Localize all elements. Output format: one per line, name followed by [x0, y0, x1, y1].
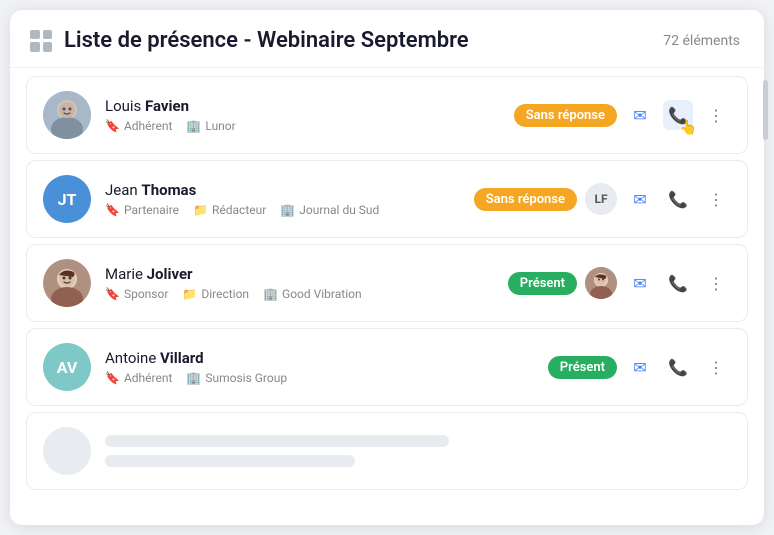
skeleton-line — [105, 455, 355, 467]
scrollbar-track[interactable] — [762, 80, 764, 525]
meta-role: 🔖 Adhérent — [105, 371, 172, 385]
assignee-avatar-mini — [585, 267, 617, 299]
meta-company: 🏢 Good Vibration — [263, 287, 362, 301]
contact-list: Louis Favien 🔖 Adhérent 🏢 Lunor Sans rép… — [10, 68, 764, 498]
card-info: Antoine Villard 🔖 Adhérent 🏢 Sumosis Gro… — [105, 349, 534, 385]
phone-button[interactable]: 📞 — [663, 268, 693, 298]
building-icon: 🏢 — [186, 371, 201, 385]
skeleton-lines — [105, 435, 731, 467]
meta-role: 🔖 Sponsor — [105, 287, 168, 301]
contact-name: Jean Thomas — [105, 181, 460, 199]
more-button[interactable]: ⋮ — [701, 352, 731, 382]
list-item: AV Antoine Villard 🔖 Adhérent 🏢 Sumosis … — [26, 328, 748, 406]
avatar: JT — [43, 175, 91, 223]
contact-name: Marie Joliver — [105, 265, 494, 283]
phone-button[interactable]: 📞 — [663, 352, 693, 382]
assignee-avatar: LF — [585, 183, 617, 215]
building-icon: 🏢 — [186, 119, 201, 133]
folder-icon: 📁 — [193, 203, 208, 217]
more-button[interactable]: ⋮ — [701, 100, 731, 130]
building-icon: 🏢 — [280, 203, 295, 217]
card-actions: Sans réponse ✉ 📞 ⋮ — [514, 100, 731, 130]
building-icon: 🏢 — [263, 287, 278, 301]
skeleton-list-item — [26, 412, 748, 490]
email-button[interactable]: ✉ — [625, 352, 655, 382]
email-button[interactable]: ✉ — [625, 184, 655, 214]
skeleton-line — [105, 435, 449, 447]
email-button[interactable]: ✉ — [625, 268, 655, 298]
card-info: Louis Favien 🔖 Adhérent 🏢 Lunor — [105, 97, 500, 133]
email-button[interactable]: ✉ — [625, 100, 655, 130]
list-item: JT Jean Thomas 🔖 Partenaire 📁 Rédacteur — [26, 160, 748, 238]
list-item: Louis Favien 🔖 Adhérent 🏢 Lunor Sans rép… — [26, 76, 748, 154]
status-badge: Présent — [548, 356, 617, 379]
page-title: Liste de présence - Webinaire Septembre — [64, 28, 469, 53]
header-left: Liste de présence - Webinaire Septembre — [30, 28, 469, 53]
page-header: Liste de présence - Webinaire Septembre … — [10, 10, 764, 68]
bookmark-icon: 🔖 — [105, 371, 120, 385]
main-container: Liste de présence - Webinaire Septembre … — [10, 10, 764, 525]
scrollbar-thumb[interactable] — [763, 80, 764, 140]
contact-name: Antoine Villard — [105, 349, 534, 367]
more-button[interactable]: ⋮ — [701, 268, 731, 298]
avatar — [43, 91, 91, 139]
grid-icon — [30, 30, 52, 52]
meta-role: 🔖 Adhérent — [105, 119, 172, 133]
bookmark-icon: 🔖 — [105, 119, 120, 133]
element-count: 72 éléments — [663, 33, 740, 49]
meta-role: 🔖 Partenaire — [105, 203, 179, 217]
card-meta: 🔖 Adhérent 🏢 Lunor — [105, 119, 500, 133]
meta-company: 🏢 Journal du Sud — [280, 203, 379, 217]
phone-button[interactable]: 📞 — [663, 184, 693, 214]
card-actions: Sans réponse LF ✉ 📞 ⋮ — [474, 183, 731, 215]
status-badge: Sans réponse — [514, 104, 617, 127]
status-badge: Sans réponse — [474, 188, 577, 211]
bookmark-icon: 🔖 — [105, 203, 120, 217]
avatar: AV — [43, 343, 91, 391]
list-item: Marie Joliver 🔖 Sponsor 📁 Direction 🏢 Go… — [26, 244, 748, 322]
meta-category: 📁 Rédacteur — [193, 203, 266, 217]
meta-company: 🏢 Sumosis Group — [186, 371, 287, 385]
card-actions: Présent ✉ 📞 ⋮ — [548, 352, 731, 382]
status-badge: Présent — [508, 272, 577, 295]
card-info: Jean Thomas 🔖 Partenaire 📁 Rédacteur 🏢 J… — [105, 181, 460, 217]
card-actions: Présent ✉ 📞 ⋮ — [508, 267, 731, 299]
meta-category: 📁 Direction — [182, 287, 249, 301]
bookmark-icon: 🔖 — [105, 287, 120, 301]
more-button[interactable]: ⋮ — [701, 184, 731, 214]
meta-company: 🏢 Lunor — [186, 119, 235, 133]
card-meta: 🔖 Partenaire 📁 Rédacteur 🏢 Journal du Su… — [105, 203, 460, 217]
skeleton-avatar — [43, 427, 91, 475]
folder-icon: 📁 — [182, 287, 197, 301]
contact-name: Louis Favien — [105, 97, 500, 115]
avatar — [43, 259, 91, 307]
card-meta: 🔖 Sponsor 📁 Direction 🏢 Good Vibration — [105, 287, 494, 301]
card-info: Marie Joliver 🔖 Sponsor 📁 Direction 🏢 Go… — [105, 265, 494, 301]
card-meta: 🔖 Adhérent 🏢 Sumosis Group — [105, 371, 534, 385]
phone-button[interactable]: 📞 — [663, 100, 693, 130]
